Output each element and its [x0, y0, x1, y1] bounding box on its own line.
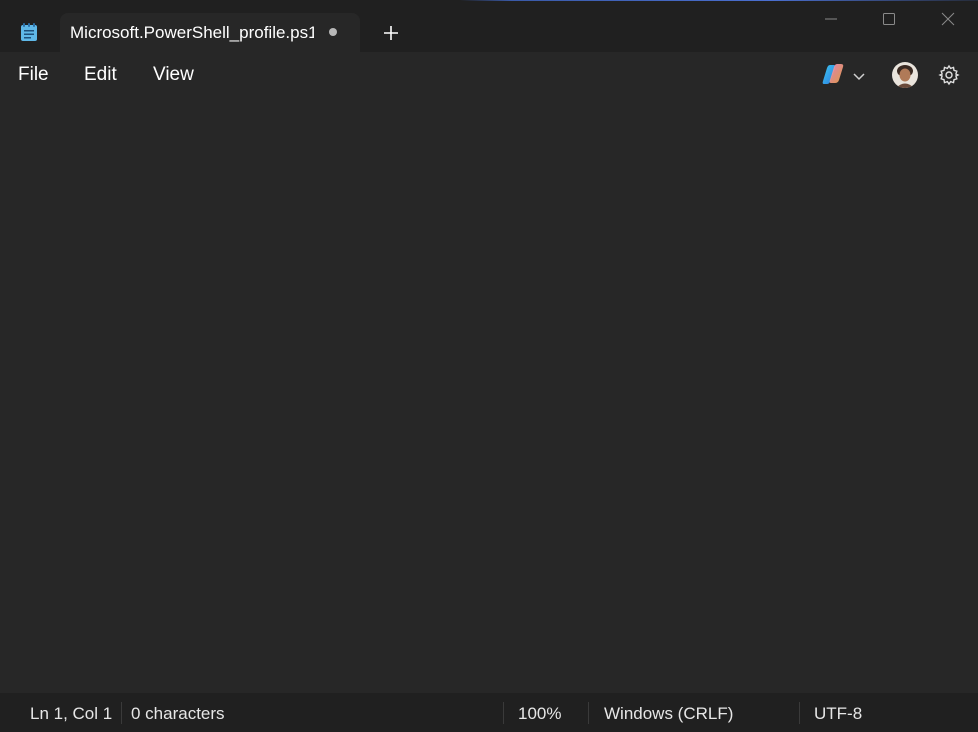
status-bar: Ln 1, Col 1 0 characters 100% Windows (C…: [0, 693, 978, 732]
status-divider: [799, 702, 800, 724]
close-icon[interactable]: [924, 10, 970, 30]
status-divider: [121, 702, 122, 724]
avatar[interactable]: [892, 62, 918, 88]
editor-content[interactable]: [20, 110, 958, 680]
text-editor[interactable]: [0, 98, 978, 693]
notepad-icon: [20, 22, 38, 42]
cursor-position: Ln 1, Col 1: [30, 704, 113, 723]
menu-edit[interactable]: Edit: [84, 64, 117, 86]
title-bar: Microsoft.PowerShell_profile.ps1: [0, 0, 978, 52]
status-divider: [588, 702, 589, 724]
chevron-down-icon[interactable]: [852, 68, 866, 81]
unsaved-dot-icon[interactable]: [329, 28, 337, 36]
minimize-icon[interactable]: [808, 10, 854, 30]
encoding[interactable]: UTF-8: [814, 704, 862, 724]
tab-file[interactable]: Microsoft.PowerShell_profile.ps1: [60, 13, 360, 52]
maximize-icon[interactable]: [866, 10, 912, 30]
line-endings[interactable]: Windows (CRLF): [604, 704, 733, 724]
window-accent-line: [460, 0, 978, 1]
menu-view[interactable]: View: [153, 64, 194, 86]
copilot-icon[interactable]: [821, 63, 845, 85]
plus-icon[interactable]: [380, 22, 402, 44]
tab-title: Microsoft.PowerShell_profile.ps1: [70, 23, 314, 42]
status-divider: [503, 702, 504, 724]
gear-icon[interactable]: [937, 63, 961, 87]
menu-file[interactable]: File: [18, 64, 49, 86]
zoom-level[interactable]: 100%: [518, 704, 561, 724]
character-count: 0 characters: [131, 704, 225, 723]
